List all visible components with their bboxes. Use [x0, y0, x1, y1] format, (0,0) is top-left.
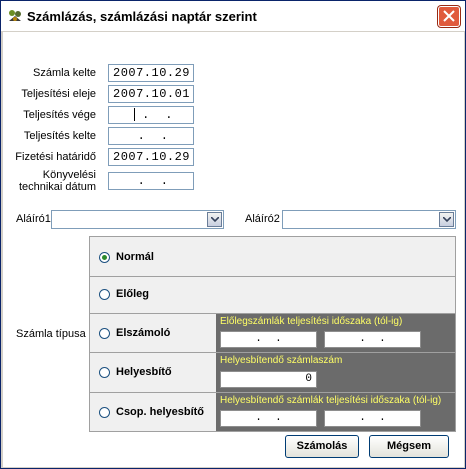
alairo1-dropdown-button[interactable] [207, 212, 222, 227]
window-title: Számlázás, számlázási naptár szerint [27, 9, 257, 24]
label-teljesitesi-eleje: Teljesítési eleje [21, 88, 96, 100]
fizetesi-hatarido-field[interactable]: 2007.10.29 [108, 148, 194, 166]
helyesbito-panel: Helyesbítendő számlaszám 0 [216, 353, 455, 392]
label-konyvelesi-line1: Könyvelési [42, 169, 96, 181]
option-row-csop-helyesbito: Csop. helyesbítő Helyesbítendő számlák t… [90, 393, 455, 431]
elszamolo-panel-label: Előlegszámlák teljesítési időszaka (tól-… [220, 316, 403, 327]
invoice-type-group: Normál Előleg Elszámoló Előlegszámlák te… [89, 236, 456, 432]
option-row-elszamolo: Elszámoló Előlegszámlák teljesítési idős… [90, 314, 455, 353]
text-cursor [134, 108, 136, 122]
dialog-window: Számlázás, számlázási naptár szerint Szá… [0, 0, 466, 469]
alairo2-select[interactable] [282, 210, 456, 229]
radio-label-elszamolo[interactable]: Elszámoló [116, 327, 170, 339]
csop-helyesbito-to-field[interactable]: . . [324, 410, 421, 427]
csop-helyesbito-from-field[interactable]: . . [220, 410, 317, 427]
csop-helyesbito-panel-label: Helyesbítendő számlák teljesítési idősza… [220, 395, 442, 406]
radio-normal[interactable] [99, 252, 110, 263]
label-alairo2: Aláíró2 [245, 213, 280, 225]
option-row-eloleg: Előleg [90, 277, 455, 314]
helyesbito-panel-label: Helyesbítendő számlaszám [220, 355, 343, 366]
csop-helyesbito-period-panel: Helyesbítendő számlák teljesítési idősza… [216, 393, 455, 431]
radio-label-csop-helyesbito[interactable]: Csop. helyesbítő [116, 406, 204, 418]
label-teljesites-kelte: Teljesítés kelte [23, 130, 96, 142]
elszamolo-period-panel: Előlegszámlák teljesítési időszaka (tól-… [216, 314, 455, 352]
teljesites-vege-field[interactable]: . . [108, 106, 194, 124]
radio-csop-helyesbito[interactable] [99, 407, 110, 418]
teljesitesi-eleje-field[interactable]: 2007.10.01 [108, 85, 194, 103]
cancel-button[interactable]: Mégsem [369, 435, 449, 458]
teljesites-kelte-field[interactable]: . . [108, 127, 194, 145]
szamla-kelte-field[interactable]: 2007.10.29 [108, 64, 194, 82]
chevron-down-icon [443, 217, 451, 223]
close-icon [443, 10, 455, 22]
radio-label-eloleg[interactable]: Előleg [116, 288, 149, 300]
label-teljesites-vege: Teljesítés vége [23, 109, 96, 121]
radio-elszamolo[interactable] [99, 328, 110, 339]
radio-helyesbito[interactable] [99, 367, 110, 378]
option-row-normal: Normál [90, 237, 455, 277]
option-row-helyesbito: Helyesbítő Helyesbítendő számlaszám 0 [90, 353, 455, 393]
label-alairo1: Aláíró1 [16, 213, 51, 225]
chevron-down-icon [211, 217, 219, 223]
label-fizetesi-hatarido: Fizetési határidő [15, 151, 96, 163]
alairo2-dropdown-button[interactable] [439, 212, 454, 227]
radio-label-helyesbito[interactable]: Helyesbítő [116, 366, 172, 378]
radio-eloleg[interactable] [99, 289, 110, 300]
title-bar[interactable]: Számlázás, számlázási naptár szerint [1, 1, 465, 31]
label-szamla-tipusa: Számla típusa [16, 328, 86, 340]
dialog-body: Számla kelte 2007.10.29 Teljesítési elej… [3, 32, 464, 467]
label-szamla-kelte: Számla kelte [33, 67, 96, 79]
helyesbito-number-field[interactable]: 0 [220, 371, 317, 388]
elszamolo-from-field[interactable]: . . [220, 331, 317, 348]
calculate-button[interactable]: Számolás [285, 435, 359, 458]
close-button[interactable] [438, 6, 460, 27]
radio-label-normal[interactable]: Normál [116, 251, 154, 263]
elszamolo-to-field[interactable]: . . [324, 331, 421, 348]
app-icon [7, 8, 23, 24]
teljesites-vege-value: . . [142, 108, 173, 122]
label-konyvelesi-line2: technikai dátum [18, 181, 96, 193]
konyvelesi-datum-field[interactable]: . . [108, 172, 194, 190]
alairo1-select[interactable] [51, 210, 224, 229]
